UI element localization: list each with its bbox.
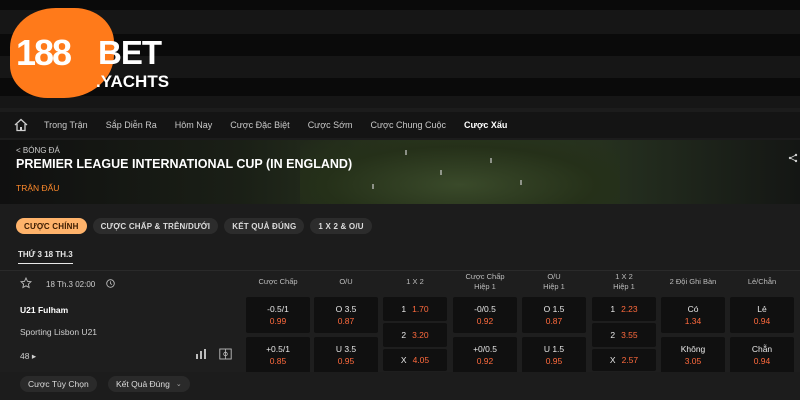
pill-main-bets[interactable]: CƯỢC CHÍNH xyxy=(16,218,87,234)
pill-correct-score[interactable]: KẾT QUẢ ĐÚNG xyxy=(224,218,305,234)
odds-cell-1x2-1h-home[interactable]: 1 2.23 xyxy=(592,297,656,321)
col-header-btts: 2 Đội Ghi Bàn xyxy=(669,277,717,286)
col-header-1x2-1h: 1 X 2 Hiệp 1 xyxy=(613,272,635,291)
custom-bet-button[interactable]: Cược Tùy Chọn xyxy=(20,376,97,392)
pitch-background xyxy=(300,140,620,204)
clock-icon xyxy=(106,279,115,288)
league-banner: < BÓNG ĐÁ PREMIER LEAGUE INTERNATIONAL C… xyxy=(0,140,800,204)
player-figure xyxy=(440,170,442,175)
pitch-icon[interactable] xyxy=(219,348,232,360)
logo-number: 188 xyxy=(16,32,72,73)
pill-1x2-ou[interactable]: 1 X 2 & O/U xyxy=(310,218,372,234)
more-markets-link[interactable]: 48 ▸ xyxy=(20,351,36,362)
correct-score-label: Kết Quả Đúng xyxy=(116,379,170,389)
brand-logo[interactable]: 188 BET .YACHTS xyxy=(10,8,170,98)
odds-cell-1x2-1h-draw[interactable]: X 2.57 xyxy=(592,349,656,371)
odds-cell-btts-no[interactable]: Không 3.05 xyxy=(661,337,725,373)
nav-early[interactable]: Cược Sớm xyxy=(308,120,353,130)
odds-cell-btts-yes[interactable]: Có 1.34 xyxy=(661,297,725,333)
col-header-1x2: 1 X 2 xyxy=(406,277,424,286)
nav-specials[interactable]: Cược Đặc Biệt xyxy=(230,120,289,130)
player-figure xyxy=(372,184,374,189)
main-nav: Trong Trận Sắp Diễn Ra Hôm Nay Cược Đặc … xyxy=(0,112,800,138)
kickoff-time: 18 Th.3 02:00 xyxy=(46,280,96,289)
odds-cell-over[interactable]: O 3.5 0.87 xyxy=(314,297,378,333)
col-header-handicap: Cược Chấp xyxy=(258,277,298,286)
odds-cell-under-1h[interactable]: U 1.5 0.95 xyxy=(522,337,586,373)
odds-cell-over-1h[interactable]: O 1.5 0.87 xyxy=(522,297,586,333)
share-icon[interactable] xyxy=(788,153,798,163)
odds-cell-handicap-home[interactable]: -0.5/1 0.99 xyxy=(246,297,310,333)
back-link[interactable]: < BÓNG ĐÁ xyxy=(16,146,60,155)
stats-icon[interactable] xyxy=(195,348,207,360)
odds-cell-handicap-away[interactable]: +0.5/1 0.85 xyxy=(246,337,310,373)
home-icon[interactable] xyxy=(14,118,28,132)
nav-upcoming[interactable]: Sắp Diễn Ra xyxy=(106,120,157,130)
chevron-down-icon: ⌄ xyxy=(175,381,182,388)
odds-cell-handicap-1h-away[interactable]: +0/0.5 0.92 xyxy=(453,337,517,373)
col-header-ou-1h: O/U Hiệp 1 xyxy=(543,272,565,291)
odds-cell-even[interactable]: Chẵn 0.94 xyxy=(730,337,794,373)
market-filter: CƯỢC CHÍNH CƯỢC CHẤP & TRÊN/DƯỚI KẾT QUẢ… xyxy=(16,218,378,234)
date-tab[interactable]: THỨ 3 18 TH.3 xyxy=(18,250,73,264)
player-figure xyxy=(405,150,407,155)
odds-cell-1x2-1h-away[interactable]: 2 3.55 xyxy=(592,323,656,347)
home-team: U21 Fulham xyxy=(20,305,69,315)
odds-cell-1x2-away[interactable]: 2 3.20 xyxy=(383,323,447,347)
player-figure xyxy=(520,180,522,185)
league-title: PREMIER LEAGUE INTERNATIONAL CUP (IN ENG… xyxy=(16,157,353,171)
nav-live[interactable]: Trong Trận xyxy=(44,120,88,130)
odds-cell-odd[interactable]: Lẻ 0.94 xyxy=(730,297,794,333)
favorite-star-icon[interactable] xyxy=(20,277,32,289)
odds-cell-under[interactable]: U 3.5 0.95 xyxy=(314,337,378,373)
logo-bet: BET xyxy=(98,34,162,71)
nav-outright[interactable]: Cược Chung Cuộc xyxy=(371,120,446,130)
correct-score-dropdown[interactable]: Kết Quả Đúng ⌄ xyxy=(108,376,190,392)
col-header-handicap-1h: Cược Chấp Hiệp 1 xyxy=(465,272,505,291)
col-header-ou: O/U xyxy=(339,277,353,286)
player-figure xyxy=(490,158,492,163)
away-team: Sporting Lisbon U21 xyxy=(20,327,98,337)
nav-bad-bets[interactable]: Cược Xấu xyxy=(464,120,507,130)
odds-cell-1x2-draw[interactable]: X 4.05 xyxy=(383,349,447,371)
section-label: TRẬN ĐẤU xyxy=(16,183,60,193)
odds-cell-handicap-1h-home[interactable]: -0/0.5 0.92 xyxy=(453,297,517,333)
pill-handicap-ou[interactable]: CƯỢC CHẤP & TRÊN/DƯỚI xyxy=(92,218,219,234)
odds-cell-1x2-home[interactable]: 1 1.70 xyxy=(383,297,447,321)
col-header-odd-even: Lẻ/Chẵn xyxy=(747,277,777,286)
logo-domain: .YACHTS xyxy=(96,72,170,91)
nav-today[interactable]: Hôm Nay xyxy=(175,120,213,130)
